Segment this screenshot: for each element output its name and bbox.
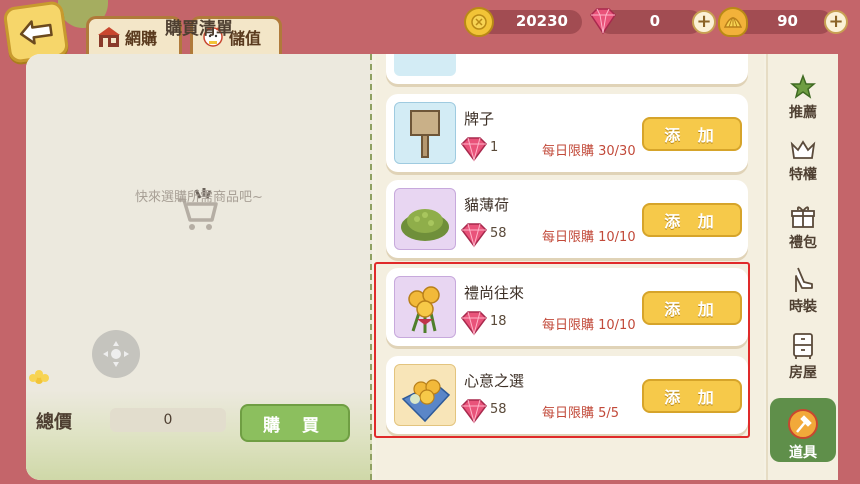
shovel-icon xyxy=(788,409,818,439)
gem-value: 0 xyxy=(649,12,660,30)
sidebar-item-props[interactable]: 道具 xyxy=(770,398,836,462)
total-label: 總價 xyxy=(36,412,72,433)
sidebar-item-privilege[interactable]: 特權 xyxy=(770,124,836,184)
coin-value: 20230 xyxy=(515,12,568,30)
sidebar-item-label: 推薦 xyxy=(789,105,817,121)
catnip-icon xyxy=(401,209,449,241)
item-thumbnail xyxy=(394,188,456,250)
sidebar-item-label: 特權 xyxy=(789,167,817,183)
item-price: 58 xyxy=(490,226,507,241)
coin-icon xyxy=(464,7,494,37)
dpad-icon xyxy=(103,341,129,367)
list-item: 貓薄荷 58 每日限購 10/10 添 加 xyxy=(386,180,748,258)
add-button[interactable]: 添 加 xyxy=(642,203,742,237)
list-item-partial xyxy=(386,54,748,84)
sidebar-item-fashion[interactable]: 時裝 xyxy=(770,256,836,316)
cart-empty-text: 快來選購所需商品吧~ xyxy=(135,190,263,205)
sidebar-item-house[interactable]: 房屋 xyxy=(770,322,836,382)
high-heel-icon xyxy=(795,267,813,292)
item-name: 牌子 xyxy=(464,110,495,128)
gem-price-icon xyxy=(461,223,487,248)
gem-price-icon xyxy=(461,137,487,162)
crown-icon xyxy=(790,140,816,159)
sidebar-item-label: 時裝 xyxy=(789,299,817,315)
sidebar-item-gift-pack[interactable]: 禮包 xyxy=(770,192,836,252)
shell-icon xyxy=(718,7,748,37)
item-thumbnail xyxy=(394,54,456,76)
sidebar-item-recommended[interactable]: 推薦 xyxy=(770,62,836,122)
gem-icon xyxy=(590,8,616,35)
shop-screen: 網購 儲值 20230 0 + 90 + 購買清單 快來選購所需商品吧~ 總價 … xyxy=(0,0,860,484)
item-purchase-limit: 每日限購 30/30 xyxy=(542,144,636,159)
joystick-control[interactable] xyxy=(92,330,140,378)
flower-decoration-icon xyxy=(29,370,49,384)
selection-highlight xyxy=(374,262,750,438)
shell-value: 90 xyxy=(777,12,798,30)
item-price: 1 xyxy=(490,140,499,155)
sign-icon xyxy=(410,110,440,158)
item-purchase-limit: 每日限購 10/10 xyxy=(542,230,636,245)
sidebar-item-label: 道具 xyxy=(789,445,817,461)
sidebar-item-label: 禮包 xyxy=(789,235,817,251)
list-item: 牌子 1 每日限購 30/30 添 加 xyxy=(386,94,748,172)
star-icon xyxy=(790,74,816,99)
sidebar-item-label: 房屋 xyxy=(789,365,817,381)
item-name: 貓薄荷 xyxy=(464,196,510,214)
add-gem-button[interactable]: + xyxy=(692,10,716,34)
cabinet-icon xyxy=(793,333,813,359)
total-value: 0 xyxy=(110,408,226,432)
cart-title: 購買清單 xyxy=(165,19,233,39)
buy-button[interactable]: 購 買 xyxy=(240,404,350,442)
item-thumbnail xyxy=(394,102,456,164)
add-shell-button[interactable]: + xyxy=(824,10,848,34)
gift-icon xyxy=(791,206,815,228)
add-button[interactable]: 添 加 xyxy=(642,117,742,151)
